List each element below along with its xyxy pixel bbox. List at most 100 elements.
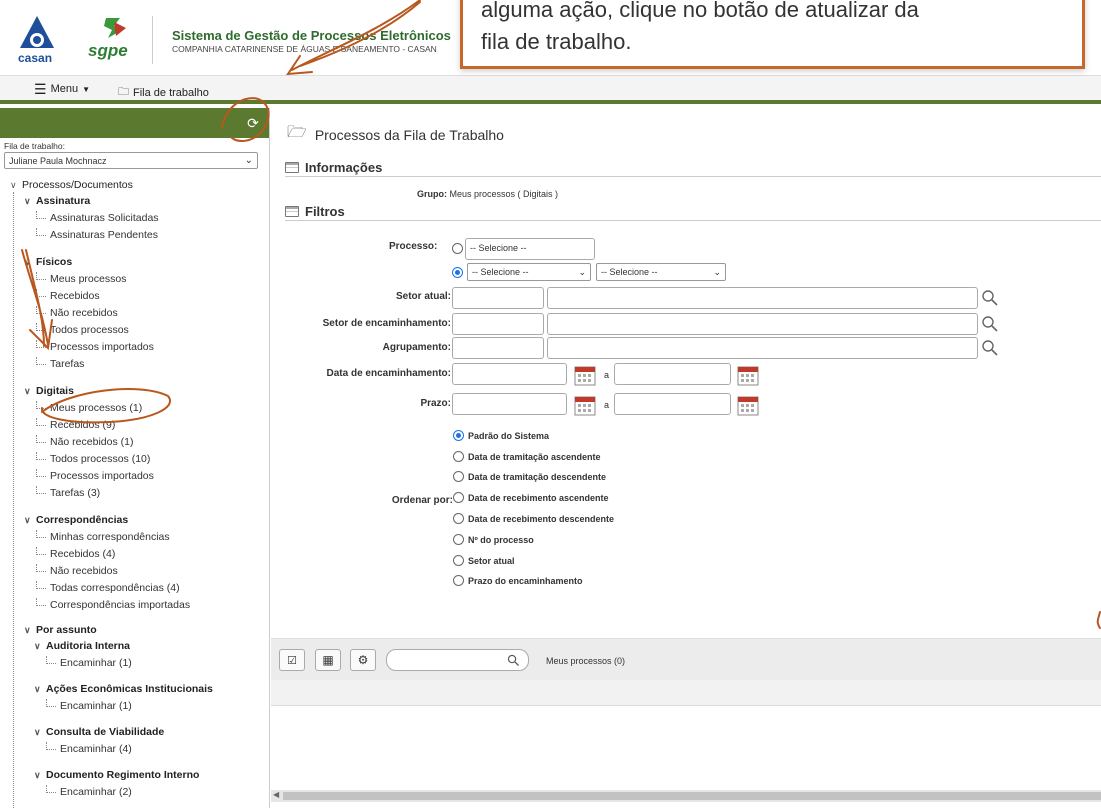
tree-item[interactable]: Todos processos bbox=[36, 323, 129, 337]
chevron-down-icon: ∨ bbox=[34, 684, 41, 694]
radio-button[interactable] bbox=[453, 555, 464, 566]
grid-view-button[interactable]: ▦ bbox=[315, 649, 341, 671]
setor-atual-name[interactable] bbox=[547, 287, 978, 309]
radio-button[interactable] bbox=[453, 534, 464, 545]
system-title: Sistema de Gestão de Processos Eletrônic… bbox=[172, 28, 451, 43]
tree-subgroup[interactable]: ∨ Auditoria Interna bbox=[34, 639, 130, 653]
fila-select[interactable]: Juliane Paula Mochnacz ⌄ bbox=[4, 152, 258, 169]
order-option[interactable]: Data de recebimento ascendente bbox=[453, 492, 609, 503]
calendar-icon[interactable] bbox=[737, 394, 759, 416]
scroll-left-icon[interactable]: ◀ bbox=[273, 790, 279, 799]
tree-item[interactable]: Recebidos bbox=[36, 289, 100, 303]
tree-item[interactable]: Não recebidos (1) bbox=[36, 435, 133, 449]
processo-radio-text[interactable] bbox=[452, 243, 463, 254]
tree-item[interactable]: Processos importados bbox=[36, 469, 154, 483]
fila-trabalho-label: Fila de trabalho bbox=[133, 86, 209, 99]
prazo-from[interactable] bbox=[452, 393, 567, 415]
select-all-button[interactable]: ☑ bbox=[279, 649, 305, 671]
radio-button[interactable] bbox=[453, 492, 464, 503]
svg-text:casan: casan bbox=[18, 51, 52, 65]
radio-button[interactable] bbox=[453, 430, 464, 441]
processo-type-select[interactable]: -- Selecione -- ⌄ bbox=[467, 263, 591, 281]
tree-root[interactable]: ∨ Processos/Documentos bbox=[10, 178, 133, 192]
order-option[interactable]: Setor atual bbox=[453, 555, 515, 566]
scrollbar-thumb[interactable] bbox=[283, 792, 1101, 800]
sgpe-logo: sgpe bbox=[88, 18, 128, 60]
grid-search-input[interactable] bbox=[386, 649, 529, 671]
tree-item-meus-processos-digitais[interactable]: Meus processos (1) bbox=[36, 401, 142, 415]
radio-button[interactable] bbox=[453, 451, 464, 462]
setor-encaminhamento-code[interactable] bbox=[452, 313, 544, 335]
refresh-button[interactable]: ⟳ bbox=[245, 115, 261, 131]
radio-button[interactable] bbox=[453, 471, 464, 482]
grid-count: Meus processos (0) bbox=[546, 656, 626, 666]
settings-button[interactable]: ⚙ bbox=[350, 649, 376, 671]
order-option[interactable]: Padrão do Sistema bbox=[453, 430, 549, 441]
processo-input[interactable]: -- Selecione -- bbox=[465, 238, 595, 260]
tree-item[interactable]: Encaminhar (2) bbox=[46, 785, 132, 799]
order-option[interactable]: Data de recebimento descendente bbox=[453, 513, 614, 524]
tree-group-assinatura[interactable]: ∨ Assinatura bbox=[24, 194, 90, 208]
tree-group-por-assunto[interactable]: ∨ Por assunto bbox=[24, 623, 97, 637]
setor-atual-code[interactable] bbox=[452, 287, 544, 309]
tree-item[interactable]: Recebidos (4) bbox=[36, 547, 115, 561]
setor-encaminhamento-name[interactable] bbox=[547, 313, 978, 335]
tree-item[interactable]: Recebidos (9) bbox=[36, 418, 115, 432]
company-name: COMPANHIA CATARINENSE DE ÁGUAS E SANEAME… bbox=[172, 44, 437, 54]
tree-item[interactable]: Encaminhar (1) bbox=[46, 699, 132, 713]
tree-item[interactable]: Meus processos bbox=[36, 272, 126, 286]
tree-item[interactable]: Encaminhar (1) bbox=[46, 656, 132, 670]
panel-icon bbox=[285, 206, 299, 217]
logo-divider bbox=[152, 16, 153, 64]
top-toolbar: ☰ Menu ▼ 🗀 Fila de trabalho bbox=[0, 76, 1101, 104]
calendar-icon[interactable] bbox=[737, 364, 759, 386]
tree-item[interactable]: Assinaturas Solicitadas bbox=[36, 211, 159, 225]
tree-item[interactable]: Não recebidos bbox=[36, 306, 118, 320]
callout-text-line2: fila de trabalho. bbox=[481, 29, 632, 54]
order-option[interactable]: Nº do processo bbox=[453, 534, 534, 545]
processo-radio-select[interactable] bbox=[452, 267, 463, 278]
calendar-icon[interactable] bbox=[574, 394, 596, 416]
order-option[interactable]: Data de tramitação descendente bbox=[453, 471, 606, 482]
horizontal-scrollbar[interactable]: ◀ bbox=[271, 790, 1101, 802]
processo-subtype-select[interactable]: -- Selecione -- ⌄ bbox=[596, 263, 726, 281]
radio-button[interactable] bbox=[453, 513, 464, 524]
tree-item[interactable]: Todos processos (10) bbox=[36, 452, 150, 466]
menu-button[interactable]: ☰ Menu ▼ bbox=[34, 82, 90, 96]
chevron-down-icon: ∨ bbox=[24, 515, 31, 525]
agrupamento-code[interactable] bbox=[452, 337, 544, 359]
tree-item[interactable]: Encaminhar (4) bbox=[46, 742, 132, 756]
search-icon[interactable] bbox=[981, 339, 999, 357]
tree-item[interactable]: Processos importados bbox=[36, 340, 154, 354]
order-option[interactable]: Data de tramitação ascendente bbox=[453, 451, 601, 462]
tree-item[interactable]: Tarefas bbox=[36, 357, 84, 371]
tree-group-digitais[interactable]: ∨ Digitais bbox=[24, 384, 74, 398]
tree-subgroup[interactable]: ∨ Documento Regimento Interno bbox=[34, 768, 199, 782]
tree-item[interactable]: Tarefas (3) bbox=[36, 486, 100, 500]
tree-item[interactable]: Assinaturas Pendentes bbox=[36, 228, 158, 242]
prazo-to[interactable] bbox=[614, 393, 731, 415]
tree-group-fisicos[interactable]: ∨ Físicos bbox=[24, 255, 72, 269]
info-section-header: Informações bbox=[285, 159, 1101, 177]
search-icon[interactable] bbox=[981, 315, 999, 333]
data-encaminhamento-to[interactable] bbox=[614, 363, 731, 385]
chevron-down-icon: ∨ bbox=[24, 386, 31, 396]
sidebar: ⟳ Fila de trabalho: Juliane Paula Mochna… bbox=[0, 108, 270, 808]
folder-open-icon: 🗁 bbox=[287, 124, 307, 141]
tree-subgroup[interactable]: ∨ Consulta de Viabilidade bbox=[34, 725, 164, 739]
tree-group-correspondencias[interactable]: ∨ Correspondências bbox=[24, 513, 128, 527]
search-icon[interactable] bbox=[981, 289, 999, 307]
agrupamento-name[interactable] bbox=[547, 337, 978, 359]
tree-subgroup[interactable]: ∨ Ações Econômicas Institucionais bbox=[34, 682, 213, 696]
tree-item[interactable]: Correspondências importadas bbox=[36, 598, 190, 612]
tree-item[interactable]: Todas correspondências (4) bbox=[36, 581, 180, 595]
data-encaminhamento-from[interactable] bbox=[452, 363, 567, 385]
order-option[interactable]: Prazo do encaminhamento bbox=[453, 575, 583, 586]
tree-item[interactable]: Não recebidos bbox=[36, 564, 118, 578]
fila-trabalho-button[interactable]: 🗀 Fila de trabalho bbox=[118, 83, 209, 102]
range-separator: a bbox=[604, 370, 610, 380]
tree-item[interactable]: Minhas correspondências bbox=[36, 530, 170, 544]
radio-button[interactable] bbox=[453, 575, 464, 586]
calendar-icon[interactable] bbox=[574, 364, 596, 386]
grid-header bbox=[271, 680, 1101, 706]
